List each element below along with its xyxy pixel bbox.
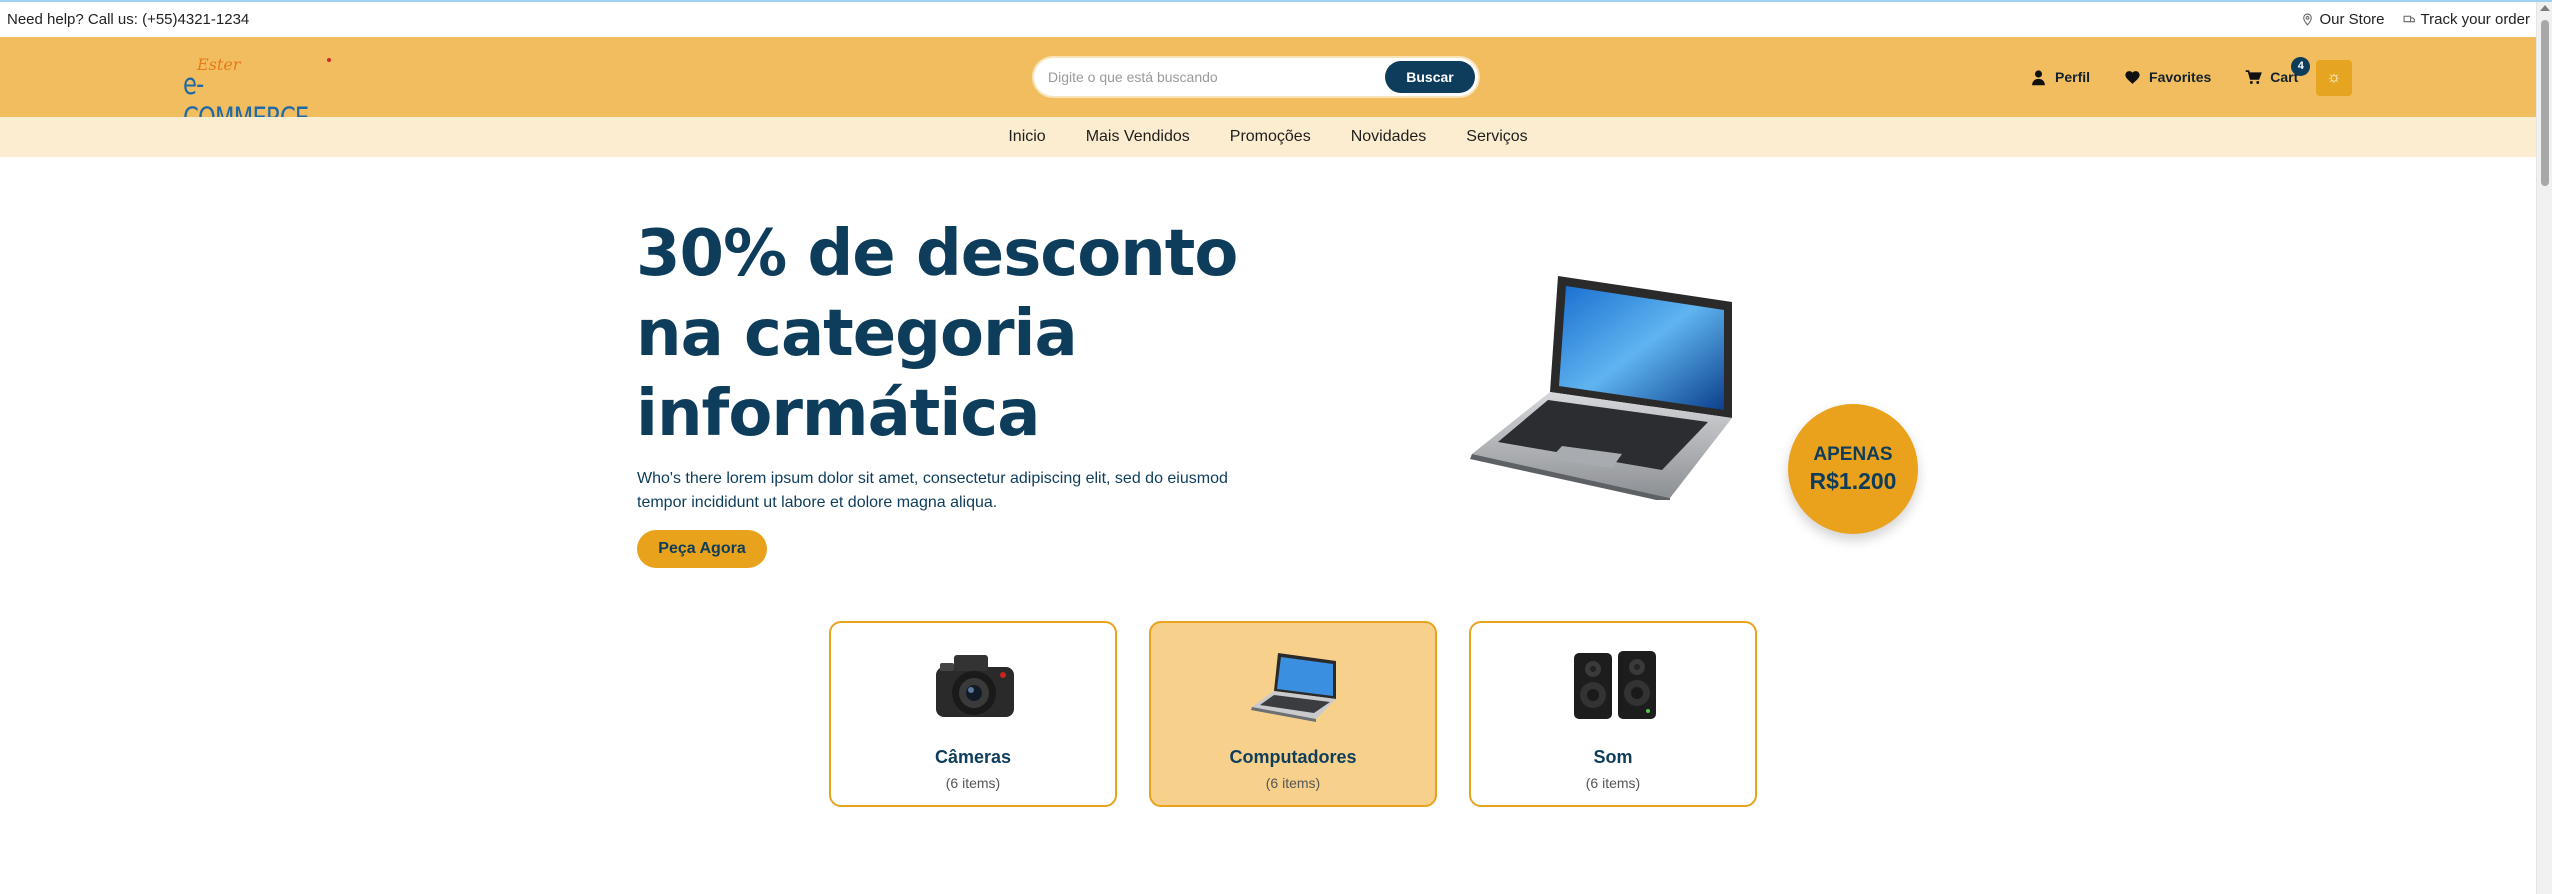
logo-dot: [327, 58, 331, 62]
hero-title-line: 30% de desconto: [636, 217, 1238, 291]
user-icon: [2032, 69, 2045, 85]
profile-label: Perfil: [2055, 69, 2091, 85]
location-pin-icon: [2303, 13, 2313, 26]
search-button[interactable]: Buscar: [1385, 61, 1475, 93]
price-value: R$1.200: [1809, 467, 1897, 494]
track-order-label: Track your order: [2420, 11, 2530, 28]
our-store-link[interactable]: Our Store: [2301, 11, 2385, 28]
profile-button[interactable]: Perfil: [2030, 69, 2090, 86]
site-logo[interactable]: Ester e-COMMERCE: [183, 55, 333, 135]
category-name: Computadores: [1229, 747, 1357, 767]
track-order-link[interactable]: Track your order: [2403, 11, 2530, 28]
cart-icon: [2245, 69, 2263, 84]
sun-icon: ☼: [2326, 69, 2342, 86]
price-label: APENAS: [1813, 443, 1893, 465]
nav-item-mais-vendidos[interactable]: Mais Vendidos: [1066, 128, 1210, 146]
category-card-som[interactable]: Som (6 items): [1469, 621, 1757, 807]
hero-title-line: na categoria: [636, 297, 1078, 371]
cart-count-badge: 4: [2291, 56, 2311, 76]
laptop-image: [1470, 276, 1732, 500]
price-badge: APENAS R$1.200: [1788, 404, 1918, 534]
category-card-cameras[interactable]: Câmeras (6 items): [829, 621, 1117, 807]
truck-icon: [2403, 15, 2415, 23]
category-name: Câmeras: [934, 747, 1012, 767]
scrollbar-thumb[interactable]: [2541, 20, 2549, 186]
our-store-label: Our Store: [2319, 11, 2385, 28]
nav-item-promocoes[interactable]: Promoções: [1210, 128, 1331, 146]
header-actions: Perfil Favorites Cart 4: [2030, 56, 2311, 97]
hero-title-line: informática: [636, 377, 1040, 451]
category-count: (6 items): [945, 775, 1001, 791]
scroll-up-icon[interactable]: [2540, 5, 2550, 11]
order-now-button[interactable]: Peça Agora: [637, 530, 767, 568]
main-nav: Inicio Mais Vendidos Promoções Novidades…: [0, 117, 2536, 157]
help-text: Need help? Call us: (+55)4321-1234: [7, 11, 250, 28]
category-count: (6 items): [1585, 775, 1641, 791]
top-links: Our Store Track your order: [2301, 11, 2530, 28]
nav-item-novidades[interactable]: Novidades: [1331, 128, 1447, 146]
category-name: Som: [1593, 747, 1633, 767]
theme-toggle-button[interactable]: ☼: [2316, 60, 2352, 96]
nav-item-servicos[interactable]: Serviços: [1446, 128, 1547, 146]
favorites-label: Favorites: [2149, 69, 2212, 85]
hero-title: 30% de desconto na categoria informática: [636, 214, 1256, 454]
search-bar: Buscar: [1032, 56, 1480, 98]
hero-description: Who's there lorem ipsum dolor sit amet, …: [637, 470, 1228, 511]
favorites-button[interactable]: Favorites: [2124, 69, 2211, 86]
speakers-icon: [1574, 651, 1656, 719]
top-bar: Need help? Call us: (+55)4321-1234 Our S…: [0, 2, 2536, 37]
category-card-computadores[interactable]: Computadores (6 items): [1149, 621, 1437, 807]
page-scrollbar[interactable]: [2536, 2, 2552, 894]
heart-icon: [2125, 70, 2140, 84]
laptop-icon: [1251, 653, 1336, 722]
category-count: (6 items): [1265, 775, 1321, 791]
camera-icon: [936, 655, 1014, 717]
search-input[interactable]: [1048, 66, 1378, 88]
cart-button[interactable]: Cart 4: [2245, 56, 2311, 86]
nav-item-inicio[interactable]: Inicio: [988, 128, 1065, 146]
site-header: Ester e-COMMERCE Buscar Perfil Favorites…: [0, 37, 2536, 135]
